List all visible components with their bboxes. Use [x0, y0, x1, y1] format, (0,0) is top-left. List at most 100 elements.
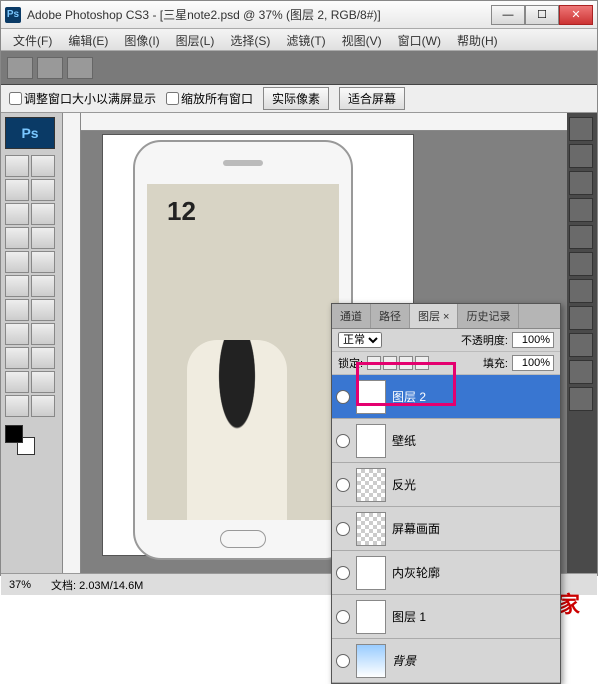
menu-filter[interactable]: 滤镜(T): [278, 29, 333, 50]
menu-select[interactable]: 选择(S): [222, 29, 278, 50]
paragraph-icon[interactable]: [569, 306, 593, 330]
menu-layer[interactable]: 图层(L): [168, 29, 223, 50]
lock-all-icon[interactable]: [415, 356, 429, 370]
layer-thumbnail[interactable]: [356, 556, 386, 590]
eraser-tool[interactable]: [5, 275, 29, 297]
app-icon: Ps: [5, 7, 21, 23]
doc-title: [三星note2.psd @ 37% (图层 2, RGB/8#)]: [160, 8, 381, 22]
layer-row[interactable]: 反光: [332, 463, 560, 507]
gradient-tool[interactable]: [31, 275, 55, 297]
visibility-icon[interactable]: [336, 522, 350, 536]
menu-window[interactable]: 窗口(W): [390, 29, 449, 50]
navigator-icon[interactable]: [569, 117, 593, 141]
wand-tool[interactable]: [31, 179, 55, 201]
heal-tool[interactable]: [5, 227, 29, 249]
layer-name: 图层 2: [392, 388, 426, 405]
character-icon[interactable]: [569, 279, 593, 303]
slice-tool[interactable]: [31, 203, 55, 225]
tab-history[interactable]: 历史记录: [458, 304, 519, 328]
visibility-icon[interactable]: [336, 654, 350, 668]
ruler-vertical: [63, 113, 81, 573]
swatches-icon[interactable]: [569, 171, 593, 195]
lock-transparency-icon[interactable]: [367, 356, 381, 370]
zoom-all-checkbox[interactable]: 缩放所有窗口: [166, 90, 253, 107]
titlebar: Ps Adobe Photoshop CS3 - [三星note2.psd @ …: [1, 1, 597, 29]
history-icon[interactable]: [569, 225, 593, 249]
layer-thumbnail[interactable]: [356, 644, 386, 678]
layers-icon[interactable]: [569, 333, 593, 357]
crop-tool[interactable]: [5, 203, 29, 225]
color-icon[interactable]: [569, 144, 593, 168]
maximize-button[interactable]: ☐: [525, 5, 559, 25]
phone-screen: 12: [147, 184, 339, 520]
lock-position-icon[interactable]: [399, 356, 413, 370]
visibility-icon[interactable]: [336, 610, 350, 624]
minimize-button[interactable]: —: [491, 5, 525, 25]
color-swatches[interactable]: [5, 425, 35, 455]
close-button[interactable]: ✕: [559, 5, 593, 25]
layer-row[interactable]: 内灰轮廓: [332, 551, 560, 595]
channels-icon[interactable]: [569, 360, 593, 384]
actions-icon[interactable]: [569, 252, 593, 276]
workspace: Ps: [1, 113, 597, 573]
visibility-icon[interactable]: [336, 390, 350, 404]
marquee-tool[interactable]: [31, 155, 55, 177]
path-tool[interactable]: [5, 347, 29, 369]
visibility-icon[interactable]: [336, 434, 350, 448]
layer-row[interactable]: 屏幕画面: [332, 507, 560, 551]
tab-layers[interactable]: 图层 ×: [410, 304, 458, 328]
type-tool[interactable]: [31, 323, 55, 345]
zoom-level[interactable]: 37%: [9, 579, 31, 591]
layer-row[interactable]: 背景: [332, 639, 560, 683]
blur-tool[interactable]: [5, 299, 29, 321]
notes-tool[interactable]: [5, 371, 29, 393]
resize-window-checkbox[interactable]: 调整窗口大小以满屏显示: [9, 90, 156, 107]
menu-edit[interactable]: 编辑(E): [60, 29, 116, 50]
menu-file[interactable]: 文件(F): [5, 29, 60, 50]
zoom-tool-icon[interactable]: [7, 57, 33, 79]
layer-thumbnail[interactable]: [356, 424, 386, 458]
menu-image[interactable]: 图像(I): [116, 29, 167, 50]
layers-panel: 通道 路径 图层 × 历史记录 正常 不透明度: 100% 锁定:: [331, 303, 561, 684]
layer-row[interactable]: 壁纸: [332, 419, 560, 463]
layer-row[interactable]: 图层 1: [332, 595, 560, 639]
layer-thumbnail[interactable]: [356, 468, 386, 502]
paths-icon[interactable]: [569, 387, 593, 411]
history-brush-tool[interactable]: [31, 251, 55, 273]
blend-mode-select[interactable]: 正常: [338, 332, 382, 348]
stamp-tool[interactable]: [5, 251, 29, 273]
zoom-in-icon[interactable]: [37, 57, 63, 79]
lasso-tool[interactable]: [5, 179, 29, 201]
dodge-tool[interactable]: [31, 299, 55, 321]
move-tool[interactable]: [5, 155, 29, 177]
layer-name: 壁纸: [392, 432, 416, 449]
doc-size: 文档: 2.03M/14.6M: [51, 577, 143, 593]
pen-tool[interactable]: [5, 323, 29, 345]
eyedropper-tool[interactable]: [31, 371, 55, 393]
styles-icon[interactable]: [569, 198, 593, 222]
tab-paths[interactable]: 路径: [371, 304, 410, 328]
zoom-tool[interactable]: [31, 395, 55, 417]
tab-channels[interactable]: 通道: [332, 304, 371, 328]
menu-help[interactable]: 帮助(H): [449, 29, 506, 50]
menu-view[interactable]: 视图(V): [334, 29, 390, 50]
shape-tool[interactable]: [31, 347, 55, 369]
opacity-input[interactable]: 100%: [512, 332, 554, 348]
fill-input[interactable]: 100%: [512, 355, 554, 371]
layer-thumbnail[interactable]: [356, 380, 386, 414]
fit-screen-button[interactable]: 适合屏幕: [339, 87, 405, 110]
actual-pixels-button[interactable]: 实际像素: [263, 87, 329, 110]
layer-name: 屏幕画面: [392, 520, 440, 537]
ruler-horizontal: [81, 113, 567, 131]
layer-row[interactable]: 图层 2: [332, 375, 560, 419]
visibility-icon[interactable]: [336, 478, 350, 492]
options-bar-upper: [1, 51, 597, 85]
zoom-out-icon[interactable]: [67, 57, 93, 79]
foreground-color[interactable]: [5, 425, 23, 443]
lock-paint-icon[interactable]: [383, 356, 397, 370]
brush-tool[interactable]: [31, 227, 55, 249]
layer-thumbnail[interactable]: [356, 600, 386, 634]
layer-thumbnail[interactable]: [356, 512, 386, 546]
hand-tool[interactable]: [5, 395, 29, 417]
visibility-icon[interactable]: [336, 566, 350, 580]
